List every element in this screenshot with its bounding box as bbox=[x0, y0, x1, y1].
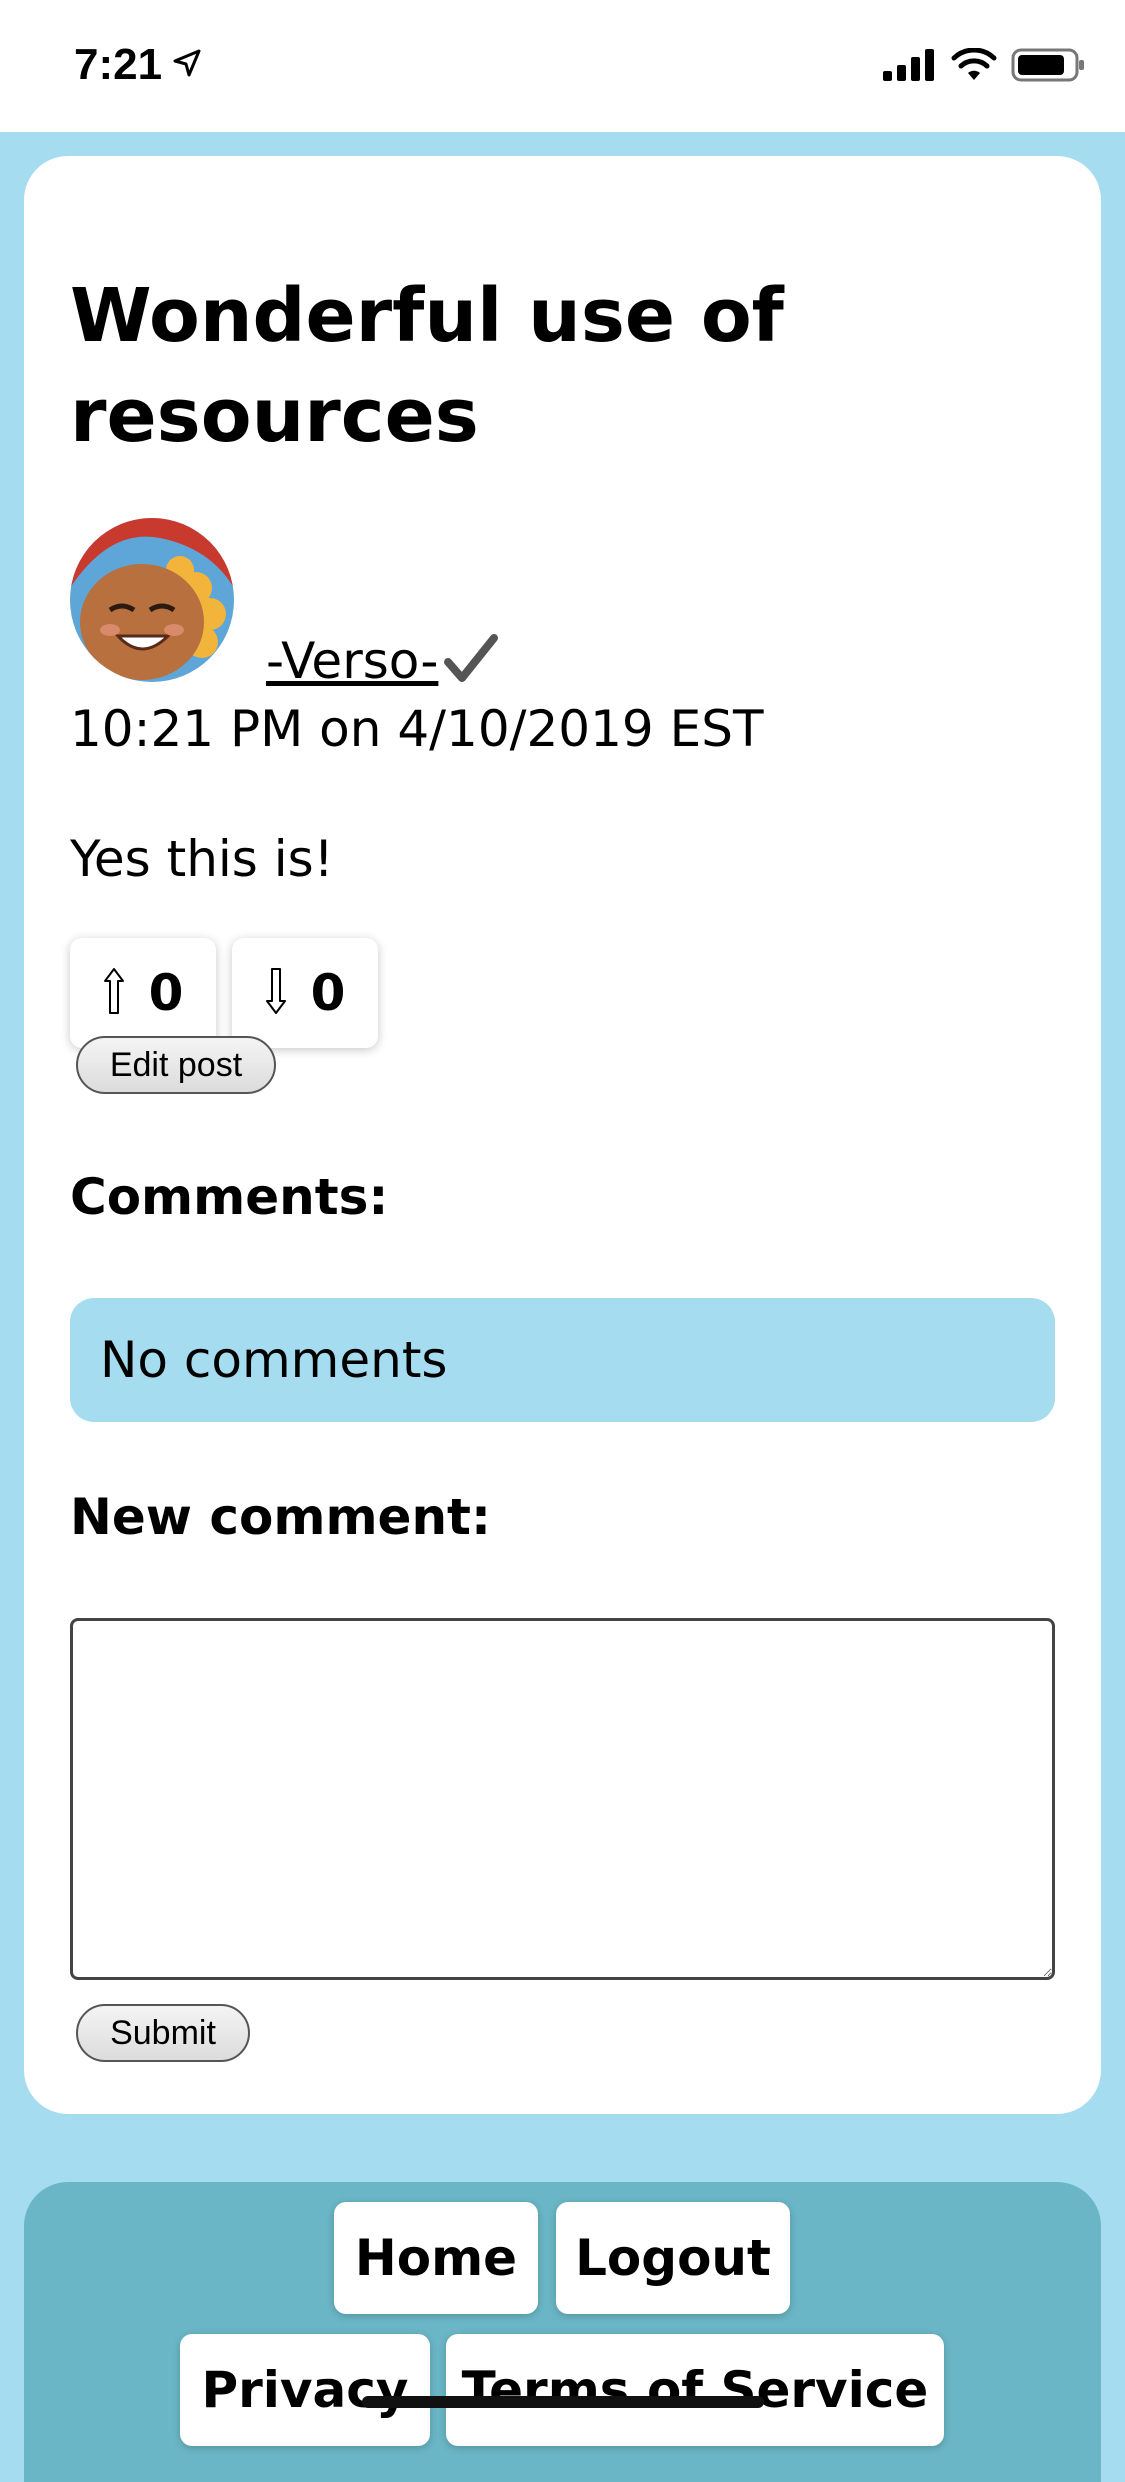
nav-home-link[interactable]: Home bbox=[334, 2202, 538, 2314]
footer-nav: Home Logout Privacy Terms of Service bbox=[24, 2182, 1101, 2482]
verified-check-icon bbox=[442, 634, 499, 688]
new-comment-textarea[interactable] bbox=[70, 1618, 1055, 1980]
location-arrow-icon bbox=[172, 48, 202, 82]
arrow-up-icon bbox=[103, 967, 125, 1019]
comments-heading: Comments: bbox=[70, 1168, 389, 1226]
post-body: Yes this is! bbox=[70, 830, 334, 888]
no-comments-message: No comments bbox=[70, 1298, 1055, 1422]
avatar[interactable] bbox=[70, 518, 234, 682]
upvote-count: 0 bbox=[148, 964, 184, 1022]
edit-post-button[interactable]: Edit post bbox=[76, 1036, 276, 1094]
wifi-icon bbox=[951, 47, 997, 86]
cellular-signal-icon bbox=[883, 49, 937, 85]
post-card: Wonderful use of resources -Verso- 10:21… bbox=[24, 156, 1101, 2114]
submit-button[interactable]: Submit bbox=[76, 2004, 250, 2062]
new-comment-heading: New comment: bbox=[70, 1488, 491, 1546]
downvote-count: 0 bbox=[310, 964, 346, 1022]
status-time: 7:21 bbox=[74, 40, 163, 89]
author-info: -Verso- bbox=[266, 632, 499, 690]
upvote-button[interactable]: 0 bbox=[70, 938, 216, 1048]
battery-icon bbox=[1011, 48, 1085, 86]
downvote-button[interactable]: 0 bbox=[232, 938, 378, 1048]
post-title: Wonderful use of resources bbox=[70, 273, 784, 459]
nav-logout-link[interactable]: Logout bbox=[556, 2202, 790, 2314]
author-link[interactable]: -Verso- bbox=[266, 632, 438, 690]
post-timestamp: 10:21 PM on 4/10/2019 EST bbox=[70, 700, 764, 758]
arrow-down-icon bbox=[265, 967, 287, 1019]
home-indicator[interactable] bbox=[362, 2396, 764, 2408]
status-icons bbox=[883, 47, 1085, 86]
status-bar: 7:21 bbox=[0, 0, 1125, 132]
nav-terms-link[interactable]: Terms of Service bbox=[446, 2334, 944, 2446]
nav-privacy-link[interactable]: Privacy bbox=[180, 2334, 430, 2446]
